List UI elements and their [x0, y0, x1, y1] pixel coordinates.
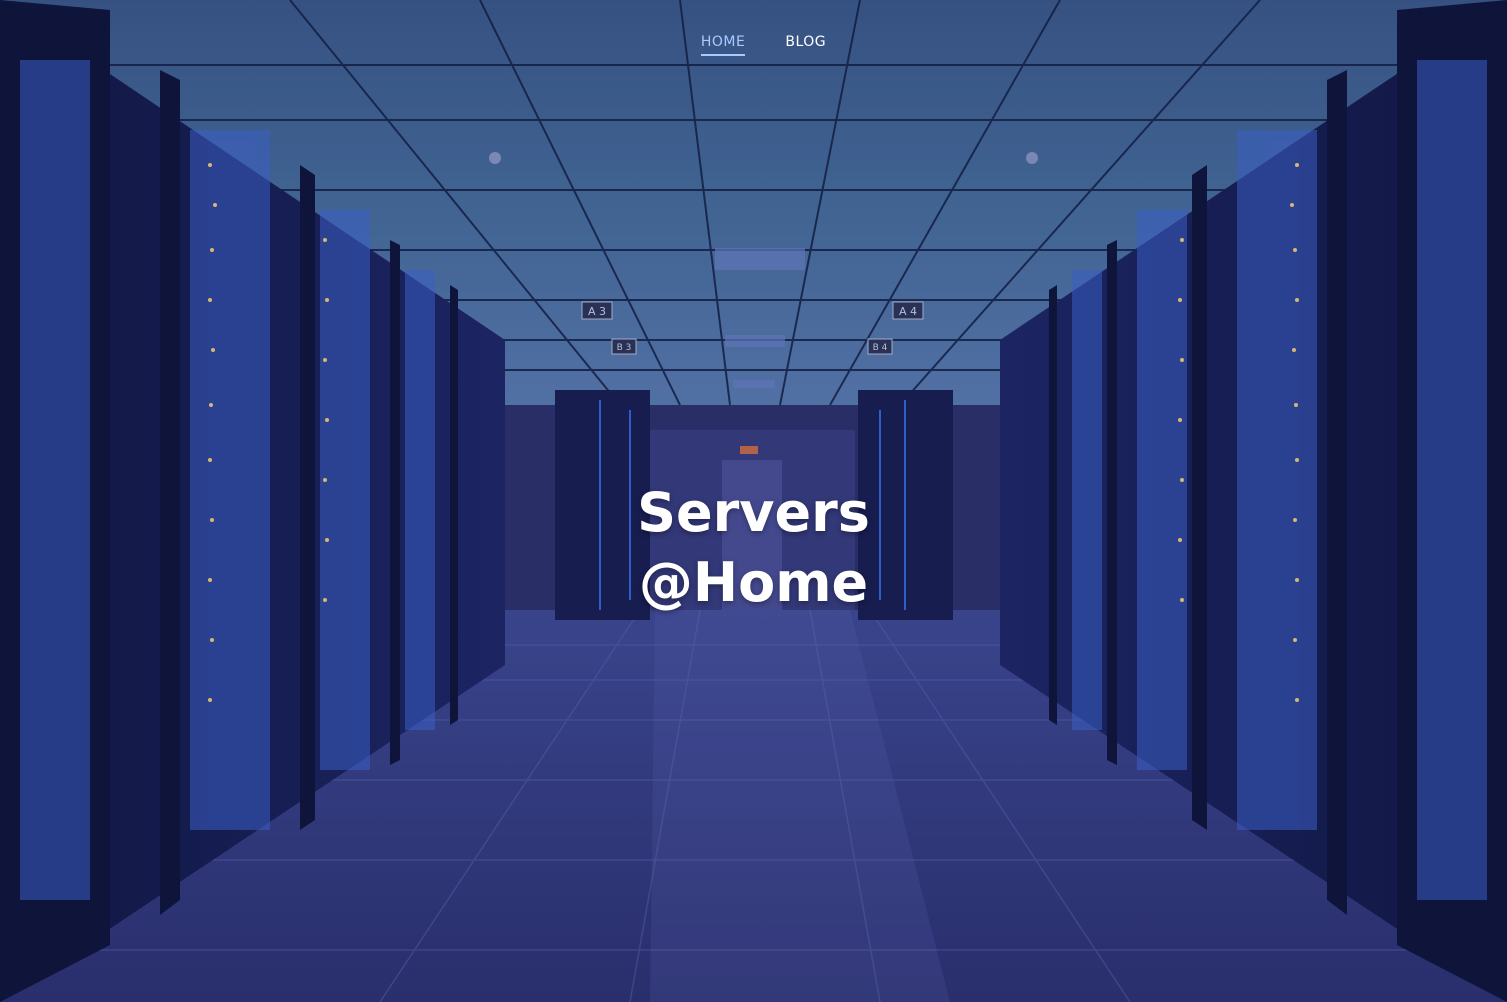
hero-title: Servers @Home	[0, 478, 1507, 618]
aisle-sign-b3: B 3	[617, 343, 632, 353]
hero-title-line2: @Home	[638, 551, 869, 614]
hero-section: A 3 B 3 A 4 B 4 HOME BLOG Servers @Home	[0, 0, 1507, 1002]
hero-title-line1: Servers	[637, 481, 870, 544]
aisle-sign-a4: A 4	[899, 305, 917, 318]
aisle-sign-a3: A 3	[588, 305, 606, 318]
aisle-sign-b4: B 4	[873, 343, 888, 353]
nav-home-link[interactable]: HOME	[700, 34, 746, 56]
top-navigation: HOME BLOG	[0, 34, 1507, 56]
nav-blog-link[interactable]: BLOG	[785, 34, 826, 56]
